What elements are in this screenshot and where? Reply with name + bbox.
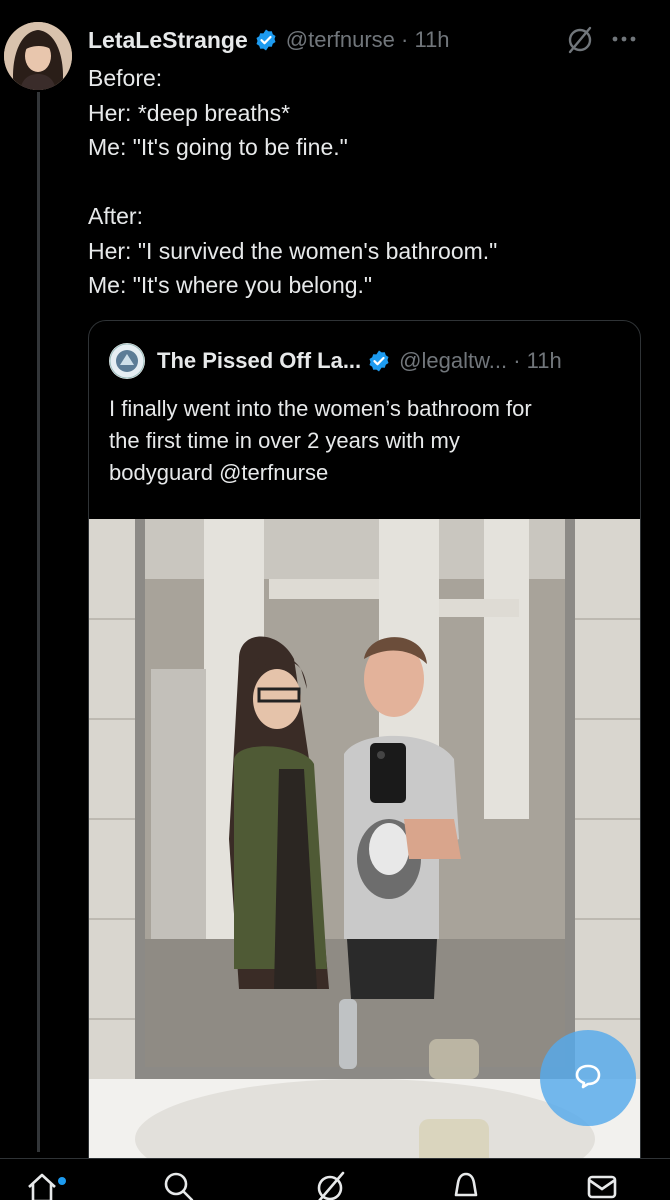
tweet-text-line: Before: [88,65,163,91]
avatar[interactable] [4,22,72,90]
tweet-text: Before: Her: *deep breaths* Me: "It's go… [88,61,648,303]
tweet-text-line: Her: *deep breaths* [88,99,291,126]
reply-fab-icon [573,1061,603,1096]
tweet-text-line: After: [88,203,143,229]
quoted-author-avatar [109,343,145,379]
quoted-author-display-name[interactable]: The Pissed Off La... [157,348,361,374]
author-display-name[interactable]: LetaLeStrange [88,27,248,54]
tweet-text-line: Her: "I survived the women's bathroom." [88,237,498,264]
tweet-text-line: Me: "It's going to be fine." [88,134,348,160]
home-notification-dot [58,1177,66,1185]
thread-line [37,92,40,1152]
messages-icon[interactable] [582,1169,622,1200]
verified-badge-icon [367,349,391,373]
bottom-nav [0,1158,670,1200]
grok-icon[interactable] [565,25,595,55]
quoted-author-handle-time[interactable]: @legaltw... · 11h [399,348,562,374]
verified-badge-icon [254,28,278,52]
tweet-text-line [88,165,648,200]
tweet-header: LetaLeStrange @terfnurse · 11h [88,22,450,58]
quoted-tweet-header: The Pissed Off La... @legaltw... · 11h [109,343,562,379]
reply-fab[interactable] [540,1030,636,1126]
quoted-text-line: the first time in over 2 years with my [109,428,460,453]
quoted-text-line: bodyguard @terfnurse [109,460,329,485]
quoted-text-line: I finally went into the women’s bathroom… [109,396,532,421]
home-icon[interactable] [22,1169,62,1200]
quoted-tweet-text: I finally went into the women’s bathroom… [109,393,629,489]
notifications-icon[interactable] [446,1169,486,1200]
tweet-text-line: Me: "It's where you belong." [88,272,373,298]
grok-icon[interactable] [310,1169,350,1200]
search-icon[interactable] [158,1169,198,1200]
author-handle-time[interactable]: @terfnurse · 11h [286,27,450,53]
more-icon[interactable] [612,27,636,51]
